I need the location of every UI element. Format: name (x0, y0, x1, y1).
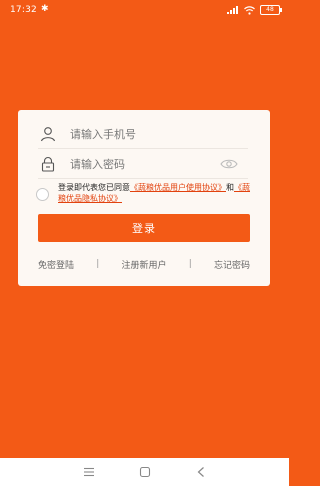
status-time: 17:32 (10, 5, 37, 15)
signal-icon (227, 6, 238, 14)
bluetooth-icon: ✱ (41, 4, 49, 14)
lock-icon (38, 154, 58, 174)
agree-radio[interactable] (36, 188, 49, 201)
battery-icon: 48 (260, 5, 282, 15)
system-nav-bar (0, 458, 289, 486)
password-input[interactable] (68, 156, 212, 172)
agreement-prefix: 登录即代表您已同意 (58, 183, 130, 192)
agreement-and: 和 (226, 183, 234, 192)
separator: | (188, 259, 192, 269)
menu-icon[interactable] (81, 464, 97, 480)
agreement-text: 登录即代表您已同意《蔬粮优品用户使用协议》和《蔬粮优品隐私协议》 (58, 182, 252, 204)
phone-input[interactable] (68, 126, 212, 142)
password-free-login-link[interactable]: 免密登陆 (38, 258, 74, 271)
login-card: 登录即代表您已同意《蔬粮优品用户使用协议》和《蔬粮优品隐私协议》 登录 免密登陆… (18, 110, 270, 286)
eye-icon[interactable] (220, 156, 238, 172)
separator: | (96, 259, 100, 269)
agreement: 登录即代表您已同意《蔬粮优品用户使用协议》和《蔬粮优品隐私协议》 (36, 182, 252, 204)
home-icon[interactable] (137, 464, 153, 480)
status-icons: 48 (227, 5, 282, 15)
phone-row (38, 120, 248, 149)
register-link[interactable]: 注册新用户 (121, 258, 166, 271)
status-bar: 17:32 ✱ 48 (0, 0, 289, 22)
user-agreement-link[interactable]: 《蔬粮优品用户使用协议》 (130, 183, 226, 192)
forgot-password-link[interactable]: 忘记密码 (214, 258, 250, 271)
wifi-icon (244, 5, 255, 15)
login-button[interactable]: 登录 (38, 214, 250, 242)
password-row (38, 150, 248, 179)
bottom-links: 免密登陆 | 注册新用户 | 忘记密码 (38, 256, 250, 272)
user-icon (38, 124, 58, 144)
back-icon[interactable] (193, 464, 209, 480)
